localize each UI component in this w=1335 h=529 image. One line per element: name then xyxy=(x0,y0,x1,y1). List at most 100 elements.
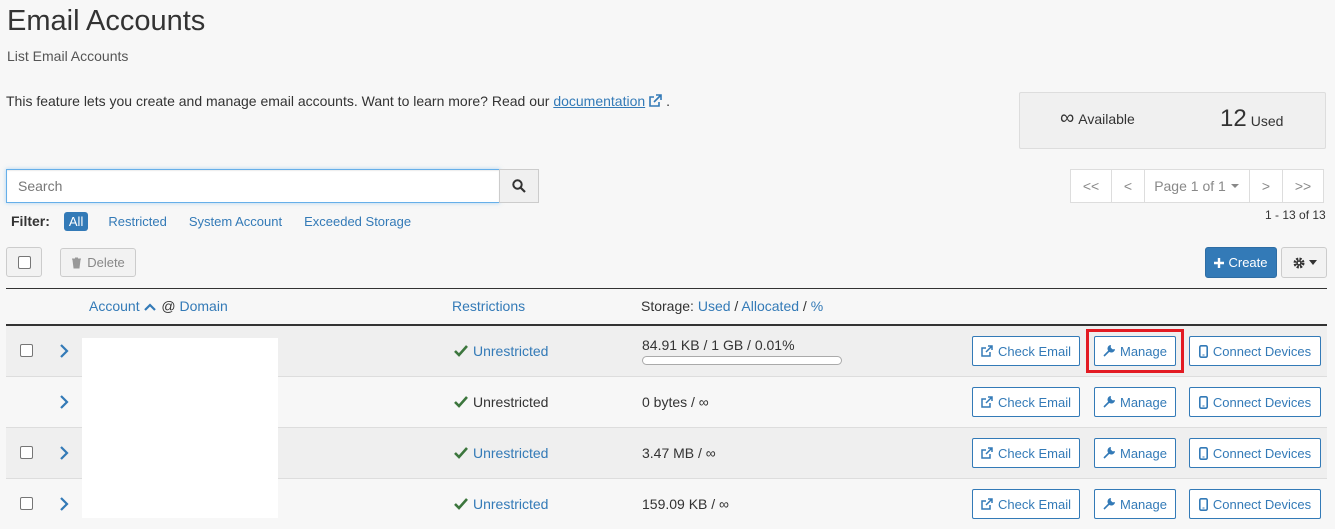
row-storage: 84.91 KB / 1 GB / 0.01% xyxy=(642,337,795,353)
wrench-icon xyxy=(1103,447,1115,459)
chevron-right-icon[interactable] xyxy=(59,344,69,358)
last-page-button[interactable]: >> xyxy=(1282,169,1324,203)
chevron-right-icon[interactable] xyxy=(59,497,69,511)
row-storage: 0 bytes / ∞ xyxy=(642,394,709,410)
column-at-symbol: @ xyxy=(161,298,176,314)
page-subtitle: List Email Accounts xyxy=(7,48,129,64)
check-icon xyxy=(454,447,468,459)
row-restriction: Unrestricted xyxy=(454,496,548,512)
page-select-label: Page 1 of 1 xyxy=(1154,178,1226,194)
check-email-button[interactable]: Check Email xyxy=(972,387,1080,417)
column-account[interactable]: Account @ Domain xyxy=(89,298,228,314)
manage-button[interactable]: Manage xyxy=(1094,489,1176,519)
select-all-checkbox-button[interactable] xyxy=(6,247,42,277)
used-stat: 12 Used xyxy=(1220,105,1283,133)
check-email-label: Check Email xyxy=(998,496,1071,512)
manage-button-highlight xyxy=(1086,329,1184,373)
check-email-button[interactable]: Check Email xyxy=(972,489,1080,519)
external-link-icon xyxy=(981,498,993,510)
used-value: 12 xyxy=(1220,105,1247,132)
column-storage-percent[interactable]: % xyxy=(811,298,823,314)
row-checkbox[interactable] xyxy=(20,344,33,357)
column-storage-allocated[interactable]: Allocated xyxy=(741,298,799,314)
delete-button-label: Delete xyxy=(87,255,125,270)
mobile-icon xyxy=(1198,395,1208,409)
check-icon xyxy=(454,498,468,510)
row-restriction-label[interactable]: Unrestricted xyxy=(473,445,548,461)
page-select[interactable]: Page 1 of 1 xyxy=(1144,169,1250,203)
column-restrictions[interactable]: Restrictions xyxy=(452,298,525,314)
connect-devices-button[interactable]: Connect Devices xyxy=(1189,336,1321,366)
check-icon xyxy=(454,396,468,408)
delete-button[interactable]: Delete xyxy=(60,248,136,277)
column-domain-label[interactable]: Domain xyxy=(179,298,227,314)
manage-label: Manage xyxy=(1120,496,1167,512)
documentation-link[interactable]: documentation xyxy=(553,93,645,109)
column-storage: Storage: Used / Allocated / % xyxy=(641,298,824,314)
search-input[interactable] xyxy=(6,169,500,203)
manage-label: Manage xyxy=(1120,445,1167,461)
sort-ascending-icon xyxy=(144,303,157,311)
select-all-checkbox[interactable] xyxy=(17,255,31,269)
external-link-icon xyxy=(981,345,993,357)
check-email-button[interactable]: Check Email xyxy=(972,336,1080,366)
next-page-button[interactable]: > xyxy=(1249,169,1283,203)
description-suffix: . xyxy=(666,93,670,109)
row-checkbox[interactable] xyxy=(20,497,33,510)
filter-label: Filter: xyxy=(11,213,50,229)
prev-page-button[interactable]: < xyxy=(1111,169,1145,203)
create-button[interactable]: Create xyxy=(1205,247,1277,278)
filter-restricted[interactable]: Restricted xyxy=(108,214,167,229)
check-email-label: Check Email xyxy=(998,445,1071,461)
connect-devices-button[interactable]: Connect Devices xyxy=(1189,489,1321,519)
description-text: This feature lets you create and manage … xyxy=(6,93,550,109)
connect-devices-label: Connect Devices xyxy=(1212,496,1312,512)
storage-progress-bar xyxy=(642,356,842,365)
column-account-label: Account xyxy=(89,298,140,314)
results-count: 1 - 13 of 13 xyxy=(1265,208,1326,222)
row-restriction-label[interactable]: Unrestricted xyxy=(473,496,548,512)
manage-button[interactable]: Manage xyxy=(1094,387,1176,417)
connect-devices-button[interactable]: Connect Devices xyxy=(1189,387,1321,417)
wrench-icon xyxy=(1103,396,1115,408)
caret-down-icon xyxy=(1230,184,1239,188)
available-label: Available xyxy=(1078,111,1135,127)
redacted-account-names xyxy=(82,338,278,518)
row-checkbox[interactable] xyxy=(20,446,33,459)
connect-devices-button[interactable]: Connect Devices xyxy=(1189,438,1321,468)
row-storage: 159.09 KB / ∞ xyxy=(642,496,730,512)
check-icon xyxy=(454,345,468,357)
first-page-button[interactable]: << xyxy=(1070,169,1112,203)
available-value: ∞ xyxy=(1060,107,1075,129)
manage-button[interactable]: Manage xyxy=(1094,438,1176,468)
column-storage-label: Storage: xyxy=(641,298,694,314)
search-button[interactable] xyxy=(499,169,539,203)
row-restriction-label[interactable]: Unrestricted xyxy=(473,343,548,359)
page-title: Email Accounts xyxy=(7,5,206,37)
mobile-icon xyxy=(1198,344,1208,358)
filter-exceeded-storage[interactable]: Exceeded Storage xyxy=(304,214,411,229)
manage-label: Manage xyxy=(1120,394,1167,410)
column-storage-used[interactable]: Used xyxy=(698,298,731,314)
plus-icon xyxy=(1214,257,1225,268)
chevron-right-icon[interactable] xyxy=(59,446,69,460)
settings-menu-button[interactable] xyxy=(1281,247,1327,278)
trash-icon xyxy=(72,257,82,268)
chevron-right-icon[interactable] xyxy=(59,395,69,409)
search-icon xyxy=(512,179,526,193)
pagination: << < Page 1 of 1 > >> xyxy=(1070,169,1324,203)
wrench-icon xyxy=(1103,498,1115,510)
search-group xyxy=(6,169,539,203)
table-header: Account @ Domain Restrictions Storage: U… xyxy=(6,288,1327,326)
row-storage: 3.47 MB / ∞ xyxy=(642,445,716,461)
check-email-button[interactable]: Check Email xyxy=(972,438,1080,468)
mobile-icon xyxy=(1198,446,1208,460)
filter-system-account[interactable]: System Account xyxy=(189,214,282,229)
external-link-icon[interactable] xyxy=(648,94,662,108)
row-restriction: Unrestricted xyxy=(454,343,548,359)
used-label: Used xyxy=(1250,113,1284,129)
gear-icon xyxy=(1293,257,1304,268)
check-email-label: Check Email xyxy=(998,394,1071,410)
create-button-label: Create xyxy=(1228,255,1268,270)
filter-all[interactable]: All xyxy=(63,211,89,231)
